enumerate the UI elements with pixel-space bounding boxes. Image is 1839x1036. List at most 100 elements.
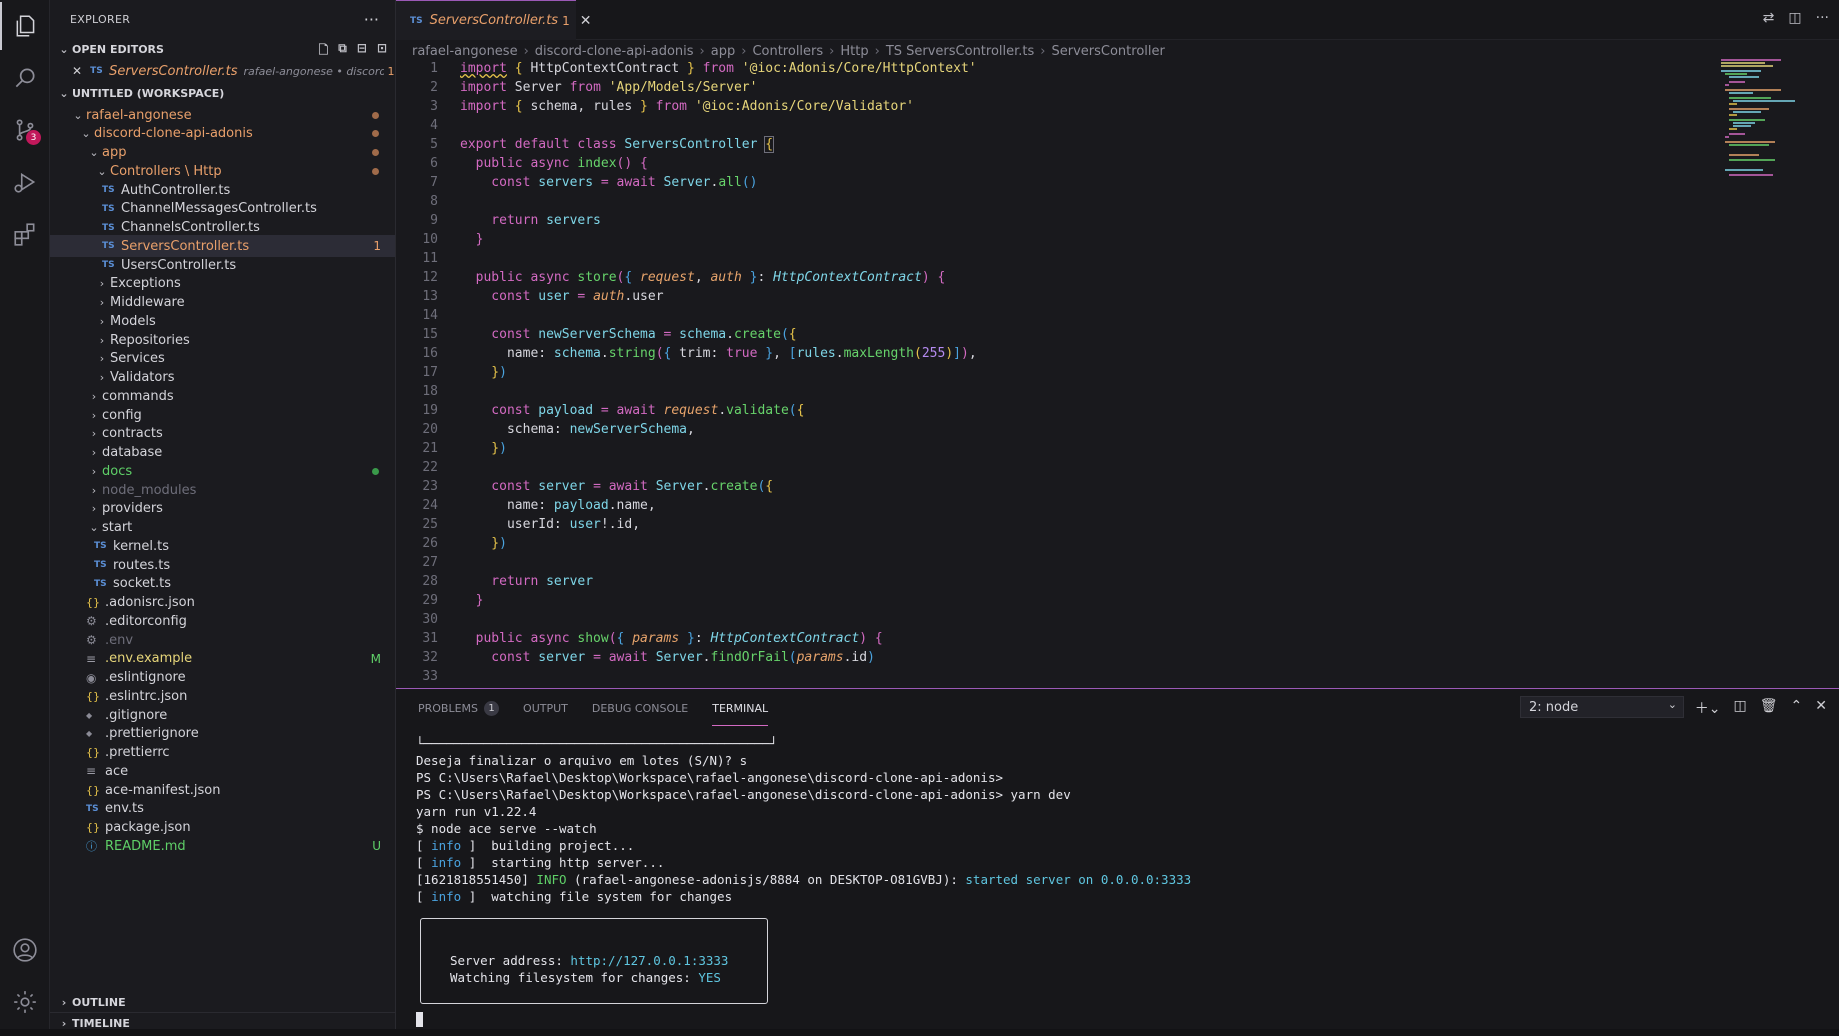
tree-item-label: socket.ts [113, 576, 172, 592]
tree-item-label: UsersController.ts [121, 257, 237, 273]
terminal-output[interactable]: └───────────────────────────────────────… [416, 735, 1816, 905]
outline-header[interactable]: › OUTLINE [50, 991, 396, 1013]
more-actions-icon[interactable]: ··· [364, 10, 379, 29]
breadcrumb-item[interactable]: TS ServersController.ts [886, 44, 1034, 59]
more-actions-icon[interactable]: ··· [1816, 10, 1829, 26]
tree-item-label: kernel.ts [113, 538, 170, 554]
tree-item-label: .gitignore [105, 707, 168, 723]
open-editors-header[interactable]: ⌄ OPEN EDITORS 🗋 ⧉ ⊟ ⊡ [50, 38, 395, 60]
terminal-select[interactable]: 2: node ⌄ [1520, 696, 1684, 718]
search-icon[interactable] [0, 54, 50, 102]
tree-file[interactable]: ⓘ README.md U [50, 835, 395, 857]
server-address-url[interactable]: http://127.0.0.1:3333 [570, 953, 728, 968]
new-file-icon[interactable]: 🗋 [319, 41, 329, 62]
code-line: 10 } [422, 232, 484, 247]
typescript-file-icon: TS [86, 803, 99, 814]
tree-item-label: Repositories [110, 332, 190, 348]
chevron-right-icon: › [91, 464, 97, 478]
tree-item-label: .env [105, 632, 134, 648]
breadcrumb-item[interactable]: Controllers [752, 44, 823, 59]
breadcrumb-item[interactable]: ServersController [1052, 44, 1165, 59]
tree-item-label: ace-manifest.json [105, 782, 221, 798]
breadcrumb-item[interactable]: Http [840, 44, 868, 59]
tree-item-label: .eslintignore [105, 670, 186, 685]
breadcrumb-item[interactable]: discord-clone-api-adonis [535, 44, 694, 59]
close-icon[interactable]: ✕ [72, 64, 82, 78]
close-panel-icon[interactable]: ✕ [1815, 698, 1827, 718]
code-editor[interactable]: 1 import { HttpContextContract } from '@i… [396, 59, 1696, 687]
collapse-icon[interactable]: ⊡ [377, 41, 387, 62]
run-debug-icon[interactable] [0, 158, 50, 206]
json-file-icon: {} [86, 783, 100, 797]
chevron-right-icon: › [61, 995, 67, 1009]
split-editor-icon[interactable]: ◫ [1788, 10, 1801, 26]
chevron-right-icon: › [523, 43, 529, 59]
ignore-file-icon: ◆ [86, 729, 93, 739]
code-line: 18 [422, 384, 438, 399]
new-terminal-icon[interactable]: ＋⌄ [1695, 698, 1721, 718]
minimap[interactable] [1719, 59, 1839, 209]
log-message: started server on 0.0.0.0:3333 [965, 872, 1192, 887]
terminal-line: yarn run v1.22.4 [416, 804, 537, 819]
account-icon[interactable] [0, 926, 50, 974]
chevron-right-icon: › [99, 296, 105, 309]
chevron-right-icon: › [99, 371, 105, 384]
explorer-icon[interactable] [0, 2, 50, 50]
tree-item-label: config [102, 407, 142, 423]
tab-terminal[interactable]: TERMINAL [712, 701, 769, 726]
tree-item-label: contracts [102, 426, 163, 442]
kill-terminal-icon[interactable]: 🗑 [1760, 698, 1778, 718]
chevron-down-icon: ⌄ [59, 42, 69, 56]
typescript-file-icon: TS [94, 560, 107, 570]
tree-item-label: ace [105, 763, 129, 779]
code-line: 16 name: schema.string({ trim: true }, [… [422, 346, 977, 361]
bottom-panel: PROBLEMS 1 OUTPUT DEBUG CONSOLE TERMINAL … [396, 688, 1839, 1036]
extensions-icon[interactable] [0, 210, 50, 258]
close-all-icon[interactable]: ⊟ [357, 41, 367, 62]
tab-problems[interactable]: PROBLEMS 1 [418, 700, 500, 716]
server-address-label: Server address: [450, 953, 571, 968]
open-editors-label: OPEN EDITORS [72, 42, 164, 56]
tab-output[interactable]: OUTPUT [523, 702, 568, 715]
typescript-file-icon: TS [94, 578, 107, 589]
close-tab-icon[interactable]: ✕ [580, 13, 592, 29]
editor-area: TS ServersController.ts 1 ✕ ⇄ ◫ ··· rafa… [396, 0, 1839, 688]
tree-item-label: Controllers \ Http [110, 163, 222, 179]
watching-value: YES [698, 970, 721, 985]
chevron-down-icon: ⌄ [89, 146, 99, 159]
tab-label: TERMINAL [712, 701, 769, 715]
terminal-prompt: PS C:\Users\Rafael\Desktop\Workspace\raf… [416, 787, 1003, 802]
breadcrumb-item[interactable]: app [711, 44, 735, 59]
tree-item-label: rafael-angonese [86, 107, 192, 123]
tab-label: DEBUG CONSOLE [591, 701, 689, 715]
open-editor-item[interactable]: ✕ TS ServersController.ts rafael-angones… [50, 60, 395, 82]
settings-gear-icon[interactable] [0, 978, 50, 1026]
chevron-right-icon: › [91, 427, 97, 441]
git-status-letter: U [372, 839, 381, 854]
typescript-file-icon: TS [102, 185, 115, 195]
source-control-icon[interactable]: 3 [0, 106, 50, 154]
open-changes-icon[interactable]: ⇄ [1763, 10, 1775, 26]
split-terminal-icon[interactable]: ◫ [1734, 698, 1747, 718]
modified-dot-icon [372, 130, 379, 138]
tree-item-label: .prettierrc [105, 745, 170, 760]
save-all-icon[interactable]: ⧉ [338, 41, 347, 62]
chevron-right-icon: › [99, 277, 105, 291]
log-timestamp: [1621818551450] [416, 872, 537, 887]
breadcrumb-item[interactable]: rafael-angonese [412, 44, 518, 59]
config-file-icon: ⚙ [86, 633, 97, 647]
info-file-icon: ⓘ [86, 840, 97, 854]
terminal-line: Deseja finalizar o arquivo em lotes (S/N… [416, 753, 748, 768]
terminal-line: [ info ] watching file system for change… [416, 889, 733, 904]
json-file-icon: {} [86, 689, 100, 703]
terminal-command: yarn dev [1003, 787, 1071, 802]
editor-tab-servers-controller[interactable]: TS ServersController.ts 1 ✕ [396, 0, 591, 40]
workspace-header[interactable]: ⌄ UNTITLED (WORKSPACE) [50, 82, 395, 104]
typescript-file-icon: TS [102, 241, 115, 252]
chevron-right-icon: › [91, 408, 97, 422]
maximize-panel-icon[interactable]: ⌃ [1791, 698, 1803, 718]
chevron-down-icon: ⌄ [59, 86, 69, 100]
tree-item-label: package.json [105, 820, 191, 835]
tree-item-label: Models [110, 313, 156, 329]
tab-debug-console[interactable]: DEBUG CONSOLE [592, 702, 688, 715]
